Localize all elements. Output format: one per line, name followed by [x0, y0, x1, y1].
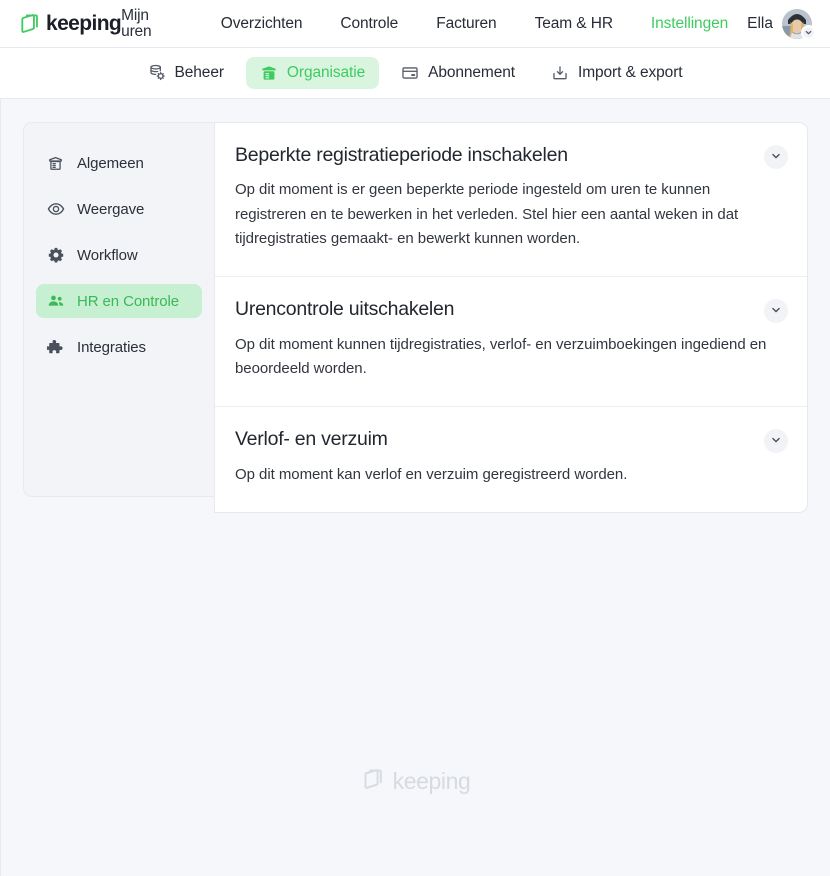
card-expand-button[interactable] [764, 145, 788, 169]
app-window: keeping Mijn uren Overzichten Controle F… [0, 0, 830, 876]
chevron-down-icon [770, 150, 782, 165]
card-description: Op dit moment is er geen beperkte period… [235, 181, 739, 247]
nav-item-instellingen[interactable]: Instellingen [632, 0, 747, 47]
setting-card-urencontrole-uitschakelen: Urencontrole uitschakelen Op dit moment … [215, 277, 807, 408]
brand-tagline: Mijn uren [121, 7, 152, 40]
building-icon [46, 155, 65, 172]
sidebar-item-hr-en-controle[interactable]: HR en Controle [36, 284, 202, 318]
chevron-down-icon[interactable] [801, 24, 816, 40]
page-body: Algemeen Weergave Workflow HR en Control… [0, 99, 830, 876]
credit-card-icon [401, 64, 419, 82]
settings-cards-panel: Beperkte registratieperiode inschakelen … [214, 122, 808, 513]
card-description: Op dit moment kan verlof en verzuim gere… [235, 465, 628, 483]
top-navigation-bar: keeping Mijn uren Overzichten Controle F… [0, 0, 830, 47]
sidebar-item-workflow[interactable]: Workflow [36, 238, 202, 272]
sidebar-item-integraties[interactable]: Integraties [36, 330, 202, 364]
setting-card-verlof-en-verzuim: Verlof- en verzuim Op dit moment kan ver… [215, 407, 807, 512]
card-title: Beperkte registratieperiode inschakelen [235, 144, 568, 166]
active-nav-caret-icon [681, 39, 698, 48]
setting-card-beperkte-registratieperiode: Beperkte registratieperiode inschakelen … [215, 123, 807, 278]
card-title: Urencontrole uitschakelen [235, 298, 455, 321]
settings-sub-navigation: Beheer Organisatie Abonnement Import & e… [0, 47, 830, 99]
organisation-building-icon [260, 64, 278, 82]
sidebar-item-workflow-label: Workflow [77, 246, 138, 264]
sidebar-item-weergave-label: Weergave [77, 200, 145, 218]
brand-logo-link[interactable]: keeping Mijn uren [18, 8, 176, 39]
watermark-label: keeping [392, 768, 471, 794]
keeping-logo-icon [18, 12, 41, 35]
subnav-item-import-export[interactable]: Import & export [537, 57, 696, 89]
user-name-label: Ella [747, 14, 773, 32]
keeping-logo-icon [361, 767, 385, 796]
subnav-item-abonnement-label: Abonnement [428, 64, 515, 81]
main-navigation: Overzichten Controle Facturen Team & HR … [202, 0, 747, 47]
brand-name: keeping [46, 12, 122, 35]
sidebar-item-integraties-label: Integraties [77, 338, 146, 356]
puzzle-piece-icon [46, 338, 65, 356]
subnav-item-beheer[interactable]: Beheer [134, 57, 238, 89]
settings-sidebar: Algemeen Weergave Workflow HR en Control… [23, 122, 214, 497]
eye-icon [46, 200, 65, 218]
nav-item-team-en-hr[interactable]: Team & HR [516, 0, 632, 47]
chevron-down-icon [770, 304, 782, 319]
server-gear-icon [148, 64, 166, 82]
sidebar-item-weergave[interactable]: Weergave [36, 192, 202, 226]
sidebar-item-algemeen-label: Algemeen [77, 155, 144, 172]
nav-item-overzichten[interactable]: Overzichten [202, 0, 322, 47]
sidebar-item-algemeen[interactable]: Algemeen [36, 147, 202, 180]
subnav-item-organisatie-label: Organisatie [286, 64, 366, 81]
footer-watermark: keeping [1, 767, 830, 796]
subnav-item-beheer-label: Beheer [174, 64, 224, 81]
subnav-item-import-export-label: Import & export [578, 64, 683, 81]
avatar[interactable] [782, 8, 816, 40]
settings-content: Algemeen Weergave Workflow HR en Control… [1, 99, 830, 513]
subnav-item-abonnement[interactable]: Abonnement [387, 57, 529, 89]
card-title: Verlof- en verzuim [235, 428, 388, 451]
card-description: Op dit moment kunnen tijdregistraties, v… [235, 335, 767, 377]
sidebar-item-hr-en-controle-label: HR en Controle [77, 292, 179, 310]
nav-item-controle[interactable]: Controle [321, 0, 417, 47]
subnav-item-organisatie[interactable]: Organisatie [245, 57, 380, 89]
gear-icon [46, 246, 65, 264]
nav-item-instellingen-label: Instellingen [650, 15, 729, 32]
chevron-down-icon [770, 434, 782, 449]
user-menu[interactable]: Ella [747, 8, 816, 40]
nav-item-facturen[interactable]: Facturen [417, 0, 515, 47]
download-tray-icon [551, 64, 569, 82]
people-icon [46, 292, 65, 310]
